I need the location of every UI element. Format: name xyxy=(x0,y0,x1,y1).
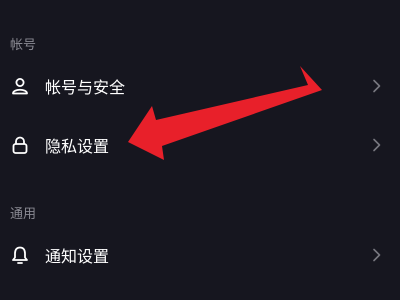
settings-item-notifications[interactable]: 通知设置 xyxy=(0,230,400,280)
bell-icon xyxy=(12,246,28,264)
section-header-general: 通用 xyxy=(10,207,37,222)
settings-item-label: 通知设置 xyxy=(45,247,110,266)
section-header-account: 帐号 xyxy=(10,38,37,53)
chevron-right-icon xyxy=(373,79,381,93)
chevron-right-icon xyxy=(373,248,381,262)
chevron-right-icon xyxy=(373,138,381,152)
settings-item-privacy[interactable]: 隐私设置 xyxy=(0,120,400,170)
settings-item-account-security[interactable]: 帐号与安全 xyxy=(0,61,400,111)
lock-icon xyxy=(12,136,28,154)
settings-item-label: 帐号与安全 xyxy=(45,78,126,97)
person-icon xyxy=(12,78,28,95)
settings-item-label: 隐私设置 xyxy=(45,137,110,156)
